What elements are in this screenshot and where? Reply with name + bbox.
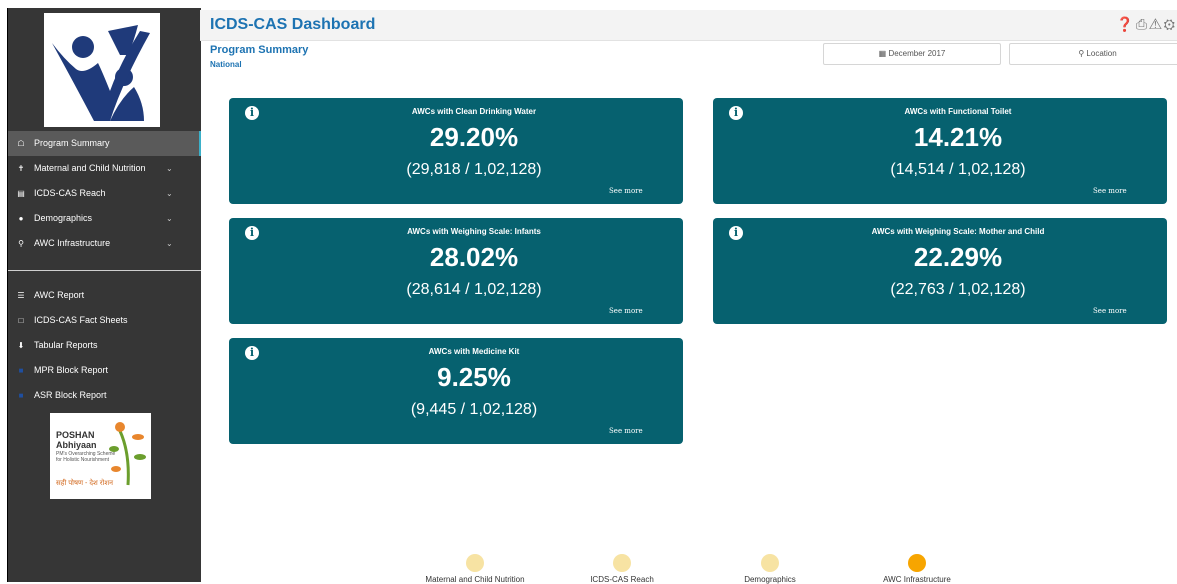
sidebar-item-label: MPR Block Report: [34, 365, 109, 375]
card-fraction: (9,445 / 1,02,128): [410, 401, 538, 418]
date-filter[interactable]: ▦ December 2017: [823, 43, 1001, 65]
sidebar-item-icds-cas-reach[interactable]: ▤ ICDS-CAS Reach ⌄: [8, 181, 201, 206]
app-title: ICDS-CAS Dashboard: [210, 16, 376, 33]
chevron-down-icon: ⌄: [166, 189, 173, 198]
page-subtitle: National: [210, 60, 242, 69]
step-label-demographics[interactable]: Demographics: [690, 575, 850, 584]
card-weighing-scale-mother-child: i AWCs with Weighing Scale: Mother and C…: [713, 218, 1167, 324]
step-dot-awc-infrastructure[interactable]: [908, 554, 926, 572]
sidebar-item-awc-report[interactable]: ☰ AWC Report: [8, 283, 201, 308]
list-icon: ☰: [17, 291, 25, 300]
card-functional-toilet: i AWCs with Functional Toilet 14.21% (14…: [713, 98, 1167, 204]
step-label-icds-cas-reach[interactable]: ICDS-CAS Reach: [542, 575, 702, 584]
card-percent: 29.20%: [429, 122, 519, 152]
see-more-link[interactable]: See more: [1093, 187, 1127, 195]
sidebar-item-label: Tabular Reports: [34, 340, 98, 350]
report-icon: ■: [18, 366, 24, 375]
report-icon: ■: [18, 391, 24, 400]
card-medicine-kit: i AWCs with Medicine Kit 9.25% (9,445 / …: [229, 338, 683, 444]
card-title: AWCs with Clean Drinking Water: [411, 107, 537, 116]
sidebar-item-program-summary[interactable]: ☖ Program Summary: [8, 131, 201, 156]
people-icon: ●: [18, 214, 24, 223]
card-fraction: (22,763 / 1,02,128): [890, 281, 1026, 298]
see-more-link[interactable]: See more: [609, 427, 643, 435]
icds-logo-graphic: [44, 13, 160, 127]
sidebar-item-tabular-reports[interactable]: ⬇ Tabular Reports: [8, 333, 201, 358]
top-bar: ICDS-CAS Dashboard ❓⎙⚠⚙: [200, 10, 1177, 41]
step-dot-icds-cas-reach[interactable]: [613, 554, 631, 572]
document-icon: □: [18, 316, 24, 325]
card-percent: 28.02%: [429, 242, 519, 272]
sidebar-item-awc-infrastructure[interactable]: ⚲ AWC Infrastructure ⌄: [8, 231, 201, 256]
warning-icon[interactable]: ⚠: [1149, 16, 1164, 32]
see-more-link[interactable]: See more: [1093, 307, 1127, 315]
sidebar-item-label: ICDS-CAS Reach: [34, 188, 106, 198]
see-more-link[interactable]: See more: [609, 307, 643, 315]
sidebar-item-label: Demographics: [34, 213, 93, 223]
sidebar-item-label: Maternal and Child Nutrition: [34, 163, 146, 173]
home-icon: ☖: [17, 139, 25, 148]
card-title: AWCs with Weighing Scale: Mother and Chi…: [871, 227, 1045, 236]
card-weighing-scale-infants: i AWCs with Weighing Scale: Infants 28.0…: [229, 218, 683, 324]
card-title: AWCs with Weighing Scale: Infants: [407, 227, 541, 236]
card-percent: 14.21%: [913, 122, 1003, 152]
chevron-down-icon: ⌄: [166, 164, 173, 173]
sidebar-divider: [8, 270, 201, 271]
header-actions: ❓⎙⚠⚙: [1116, 16, 1177, 33]
card-fraction: (28,614 / 1,02,128): [406, 281, 542, 298]
print-icon[interactable]: ⎙: [1136, 16, 1149, 32]
sidebar-item-fact-sheets[interactable]: □ ICDS-CAS Fact Sheets: [8, 308, 201, 333]
calendar-icon: ▦: [878, 49, 887, 58]
step-dot-demographics[interactable]: [761, 554, 779, 572]
poshan-subtitle: Abhiyaan: [56, 440, 97, 450]
card-percent: 22.29%: [913, 242, 1003, 272]
sidebar-item-label: AWC Report: [34, 290, 85, 300]
sidebar-item-maternal-child-nutrition[interactable]: ✝ Maternal and Child Nutrition ⌄: [8, 156, 201, 181]
sidebar-item-label: AWC Infrastructure: [34, 238, 111, 248]
person-icon: ✝: [17, 164, 25, 173]
chevron-down-icon: ⌄: [166, 214, 173, 223]
card-clean-drinking-water: i AWCs with Clean Drinking Water 29.20% …: [229, 98, 683, 204]
poshan-tagline: PM's Overarching Scheme for Holistic Nou…: [56, 451, 116, 463]
sidebar-item-demographics[interactable]: ● Demographics ⌄: [8, 206, 201, 231]
location-filter[interactable]: ⚲ Location: [1009, 43, 1177, 65]
gear-icon[interactable]: ⚙: [1164, 16, 1177, 32]
location-filter-label: Location: [1086, 49, 1117, 58]
icds-logo: [44, 13, 160, 127]
chevron-down-icon: ⌄: [166, 239, 173, 248]
step-dot-maternal-child-nutrition[interactable]: [466, 554, 484, 572]
poshan-title: POSHAN: [56, 430, 95, 440]
step-label-awc-infrastructure[interactable]: AWC Infrastructure: [837, 575, 997, 584]
sidebar-item-asr-block-report[interactable]: ■ ASR Block Report: [8, 383, 201, 408]
card-fraction: (14,514 / 1,02,128): [890, 161, 1026, 178]
page-title: Program Summary: [210, 44, 309, 56]
location-pin-icon: ⚲: [1078, 49, 1085, 58]
help-icon[interactable]: ❓: [1116, 16, 1135, 32]
card-title: AWCs with Medicine Kit: [428, 347, 520, 356]
date-filter-label: December 2017: [888, 49, 946, 58]
sidebar-nav: ☖ Program Summary ✝ Maternal and Child N…: [8, 131, 201, 408]
sidebar: ☖ Program Summary ✝ Maternal and Child N…: [7, 8, 201, 582]
card-title: AWCs with Functional Toilet: [904, 107, 1012, 116]
sidebar-item-mpr-block-report[interactable]: ■ MPR Block Report: [8, 358, 201, 383]
poshan-abhiyaan-logo: POSHAN Abhiyaan PM's Overarching Scheme …: [50, 413, 151, 499]
sidebar-item-label: Program Summary: [34, 138, 110, 148]
download-icon: ⬇: [17, 341, 25, 350]
see-more-link[interactable]: See more: [609, 187, 643, 195]
card-fraction: (29,818 / 1,02,128): [406, 161, 542, 178]
pin-icon: ⚲: [18, 239, 24, 248]
sidebar-item-label: ASR Block Report: [34, 390, 107, 400]
step-label-maternal-child-nutrition[interactable]: Maternal and Child Nutrition: [395, 575, 555, 584]
card-percent: 9.25%: [437, 362, 511, 392]
chart-icon: ▤: [17, 189, 25, 198]
sidebar-item-label: ICDS-CAS Fact Sheets: [34, 315, 128, 325]
poshan-hindi-slogan: सही पोषण - देश रोशन: [56, 480, 114, 487]
